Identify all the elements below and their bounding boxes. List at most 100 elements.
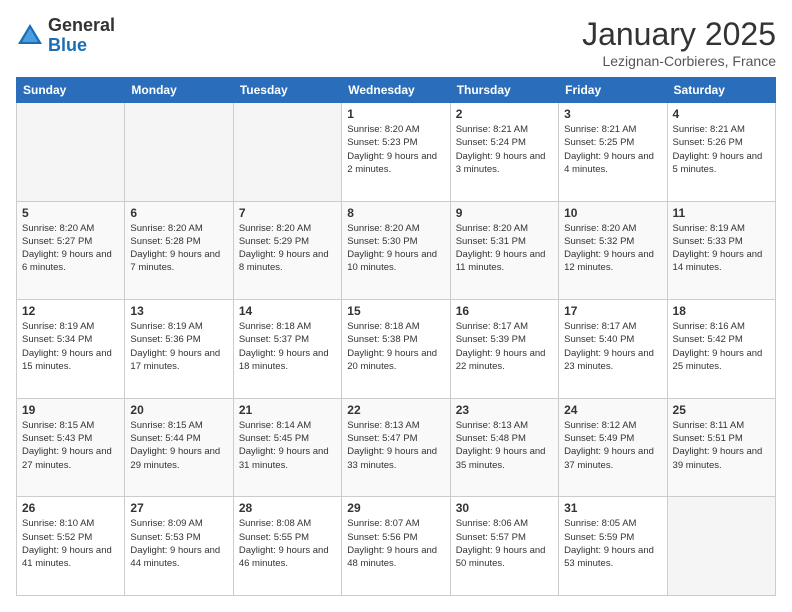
calendar-cell: 4Sunrise: 8:21 AMSunset: 5:26 PMDaylight… xyxy=(667,103,775,202)
day-info: Sunrise: 8:05 AMSunset: 5:59 PMDaylight:… xyxy=(564,517,661,570)
day-number: 3 xyxy=(564,107,661,121)
calendar-cell: 20Sunrise: 8:15 AMSunset: 5:44 PMDayligh… xyxy=(125,398,233,497)
calendar-cell: 9Sunrise: 8:20 AMSunset: 5:31 PMDaylight… xyxy=(450,201,558,300)
col-header-friday: Friday xyxy=(559,78,667,103)
day-info: Sunrise: 8:16 AMSunset: 5:42 PMDaylight:… xyxy=(673,320,770,373)
day-number: 15 xyxy=(347,304,444,318)
calendar-cell: 10 Sunrise: 8:20 AMSunset: 5:32 PMDayligh… xyxy=(559,201,667,300)
calendar-week-row: 5Sunrise: 8:20 AMSunset: 5:27 PMDaylight… xyxy=(17,201,776,300)
calendar-cell: 5Sunrise: 8:20 AMSunset: 5:27 PMDaylight… xyxy=(17,201,125,300)
calendar-cell: 22Sunrise: 8:13 AMSunset: 5:47 PMDayligh… xyxy=(342,398,450,497)
day-info: Sunrise: 8:20 AMSunset: 5:28 PMDaylight:… xyxy=(130,222,227,275)
calendar-cell: 27Sunrise: 8:09 AMSunset: 5:53 PMDayligh… xyxy=(125,497,233,596)
calendar-table: SundayMondayTuesdayWednesdayThursdayFrid… xyxy=(16,77,776,596)
calendar-cell: 26 Sunrise: 8:10 AMSunset: 5:52 PMDayligh… xyxy=(17,497,125,596)
day-info: Sunrise: 8:21 AMSunset: 5:26 PMDaylight:… xyxy=(673,123,770,176)
calendar-cell: 13 Sunrise: 8:19 AMSunset: 5:36 PMDayligh… xyxy=(125,300,233,399)
calendar-cell: 24 Sunrise: 8:12 AMSunset: 5:49 PMDayligh… xyxy=(559,398,667,497)
day-number: 17 xyxy=(564,304,661,318)
day-number: 20 xyxy=(130,403,227,417)
day-info: Sunrise: 8:19 AMSunset: 5:33 PMDaylight:… xyxy=(673,222,770,275)
day-number: 26 xyxy=(22,501,119,515)
col-header-saturday: Saturday xyxy=(667,78,775,103)
day-info: Sunrise: 8:07 AMSunset: 5:56 PMDaylight:… xyxy=(347,517,444,570)
calendar-cell: 14Sunrise: 8:18 AMSunset: 5:37 PMDayligh… xyxy=(233,300,341,399)
day-info: Sunrise: 8:18 AMSunset: 5:37 PMDaylight:… xyxy=(239,320,336,373)
day-info: Sunrise: 8:06 AMSunset: 5:57 PMDaylight:… xyxy=(456,517,553,570)
calendar-cell: 11 Sunrise: 8:19 AMSunset: 5:33 PMDayligh… xyxy=(667,201,775,300)
title-block: January 2025 Lezignan-Corbieres, France xyxy=(582,16,776,69)
calendar-cell xyxy=(233,103,341,202)
day-number: 16 xyxy=(456,304,553,318)
col-header-wednesday: Wednesday xyxy=(342,78,450,103)
day-info: Sunrise: 8:10 AMSunset: 5:52 PMDaylight:… xyxy=(22,517,119,570)
day-number: 27 xyxy=(130,501,227,515)
calendar-cell xyxy=(125,103,233,202)
col-header-tuesday: Tuesday xyxy=(233,78,341,103)
day-number: 24 xyxy=(564,403,661,417)
day-number: 21 xyxy=(239,403,336,417)
day-number: 1 xyxy=(347,107,444,121)
col-header-thursday: Thursday xyxy=(450,78,558,103)
calendar-week-row: 26 Sunrise: 8:10 AMSunset: 5:52 PMDayligh… xyxy=(17,497,776,596)
calendar-cell: 6 Sunrise: 8:20 AMSunset: 5:28 PMDaylight… xyxy=(125,201,233,300)
day-info: Sunrise: 8:12 AMSunset: 5:49 PMDaylight:… xyxy=(564,419,661,472)
day-info: Sunrise: 8:20 AMSunset: 5:30 PMDaylight:… xyxy=(347,222,444,275)
logo: General Blue xyxy=(16,16,115,56)
calendar-week-row: 1 Sunrise: 8:20 AMSunset: 5:23 PMDaylight… xyxy=(17,103,776,202)
logo-blue-text: Blue xyxy=(48,35,87,55)
day-number: 2 xyxy=(456,107,553,121)
calendar-cell: 15 Sunrise: 8:18 AMSunset: 5:38 PMDayligh… xyxy=(342,300,450,399)
day-number: 25 xyxy=(673,403,770,417)
calendar-cell: 29Sunrise: 8:07 AMSunset: 5:56 PMDayligh… xyxy=(342,497,450,596)
day-number: 9 xyxy=(456,206,553,220)
day-info: Sunrise: 8:21 AMSunset: 5:25 PMDaylight:… xyxy=(564,123,661,176)
day-info: Sunrise: 8:20 AMSunset: 5:32 PMDaylight:… xyxy=(564,222,661,275)
day-number: 18 xyxy=(673,304,770,318)
day-number: 11 xyxy=(673,206,770,220)
day-info: Sunrise: 8:15 AMSunset: 5:43 PMDaylight:… xyxy=(22,419,119,472)
day-number: 7 xyxy=(239,206,336,220)
day-number: 6 xyxy=(130,206,227,220)
calendar-cell xyxy=(17,103,125,202)
calendar-cell: 1 Sunrise: 8:20 AMSunset: 5:23 PMDaylight… xyxy=(342,103,450,202)
day-info: Sunrise: 8:08 AMSunset: 5:55 PMDaylight:… xyxy=(239,517,336,570)
day-number: 31 xyxy=(564,501,661,515)
calendar-cell: 17 Sunrise: 8:17 AMSunset: 5:40 PMDayligh… xyxy=(559,300,667,399)
day-info: Sunrise: 8:17 AMSunset: 5:40 PMDaylight:… xyxy=(564,320,661,373)
day-number: 8 xyxy=(347,206,444,220)
day-info: Sunrise: 8:14 AMSunset: 5:45 PMDaylight:… xyxy=(239,419,336,472)
logo-text: General Blue xyxy=(48,16,115,56)
calendar-cell: 18 Sunrise: 8:16 AMSunset: 5:42 PMDayligh… xyxy=(667,300,775,399)
day-number: 28 xyxy=(239,501,336,515)
calendar-cell: 7Sunrise: 8:20 AMSunset: 5:29 PMDaylight… xyxy=(233,201,341,300)
calendar-week-row: 12 Sunrise: 8:19 AMSunset: 5:34 PMDayligh… xyxy=(17,300,776,399)
calendar-cell: 21 Sunrise: 8:14 AMSunset: 5:45 PMDayligh… xyxy=(233,398,341,497)
logo-general-text: General xyxy=(48,15,115,35)
month-title: January 2025 xyxy=(582,16,776,53)
day-number: 23 xyxy=(456,403,553,417)
calendar-cell xyxy=(667,497,775,596)
col-header-monday: Monday xyxy=(125,78,233,103)
day-info: Sunrise: 8:20 AMSunset: 5:23 PMDaylight:… xyxy=(347,123,444,176)
calendar-cell: 30 Sunrise: 8:06 AMSunset: 5:57 PMDayligh… xyxy=(450,497,558,596)
day-number: 30 xyxy=(456,501,553,515)
day-info: Sunrise: 8:19 AMSunset: 5:34 PMDaylight:… xyxy=(22,320,119,373)
calendar-cell: 25 Sunrise: 8:11 AMSunset: 5:51 PMDayligh… xyxy=(667,398,775,497)
calendar-cell: 19Sunrise: 8:15 AMSunset: 5:43 PMDayligh… xyxy=(17,398,125,497)
calendar-cell: 28 Sunrise: 8:08 AMSunset: 5:55 PMDayligh… xyxy=(233,497,341,596)
col-header-sunday: Sunday xyxy=(17,78,125,103)
day-info: Sunrise: 8:19 AMSunset: 5:36 PMDaylight:… xyxy=(130,320,227,373)
day-info: Sunrise: 8:11 AMSunset: 5:51 PMDaylight:… xyxy=(673,419,770,472)
page: General Blue January 2025 Lezignan-Corbi… xyxy=(0,0,792,612)
day-number: 10 xyxy=(564,206,661,220)
calendar-cell: 12 Sunrise: 8:19 AMSunset: 5:34 PMDayligh… xyxy=(17,300,125,399)
calendar-week-row: 19Sunrise: 8:15 AMSunset: 5:43 PMDayligh… xyxy=(17,398,776,497)
day-number: 12 xyxy=(22,304,119,318)
day-number: 13 xyxy=(130,304,227,318)
day-info: Sunrise: 8:18 AMSunset: 5:38 PMDaylight:… xyxy=(347,320,444,373)
calendar-cell: 8 Sunrise: 8:20 AMSunset: 5:30 PMDaylight… xyxy=(342,201,450,300)
logo-icon xyxy=(16,22,44,50)
calendar-cell: 2Sunrise: 8:21 AMSunset: 5:24 PMDaylight… xyxy=(450,103,558,202)
calendar-cell: 16Sunrise: 8:17 AMSunset: 5:39 PMDayligh… xyxy=(450,300,558,399)
